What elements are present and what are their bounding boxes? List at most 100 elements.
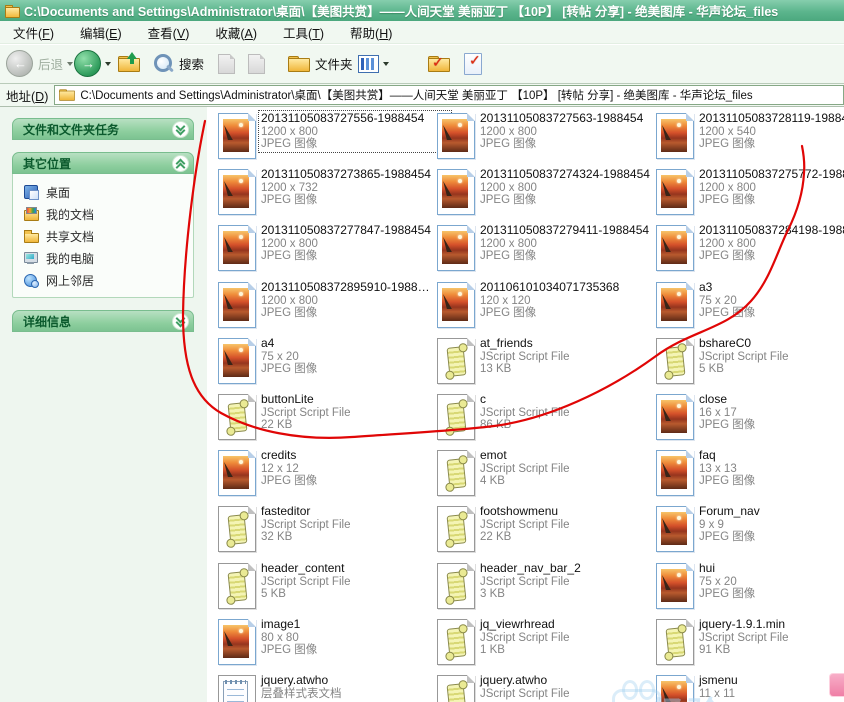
file-item[interactable]: a3 75 x 20 JPEG 图像 bbox=[656, 280, 844, 334]
file-meta: 1200 x 800 bbox=[261, 237, 318, 250]
file-meta: JPEG 图像 bbox=[699, 588, 756, 600]
sidebar-item-network-places[interactable]: 网上邻居 bbox=[23, 270, 94, 290]
file-item[interactable]: a4 75 x 20 JPEG 图像 bbox=[218, 336, 448, 390]
file-item[interactable]: image1 80 x 80 JPEG 图像 bbox=[218, 617, 448, 671]
file-item[interactable]: bshareC0 JScript Script File 5 KB bbox=[656, 336, 844, 390]
file-item[interactable]: 201311050837273865-1988454 1200 x 732 JPEG… bbox=[218, 167, 448, 221]
file-item[interactable]: credits 12 x 12 JPEG 图像 bbox=[218, 448, 448, 502]
file-item[interactable]: 20131105083728119-19884541200 x 540JPEG … bbox=[656, 111, 844, 165]
file-item[interactable]: 201106101034071735368 120 x 120 JPEG 图像 bbox=[437, 280, 670, 334]
floating-pink-button[interactable] bbox=[829, 673, 844, 697]
file-item[interactable]: 201311050837284198-19884541200 x 800JPEG… bbox=[656, 223, 844, 277]
back-button[interactable]: ← 后退 bbox=[6, 44, 74, 83]
file-label: 2013110508372895910-1988… 1200 x 800 JPEG … bbox=[259, 280, 451, 321]
file-item[interactable]: 20131105083727556-1988454 1200 x 800 JPEG … bbox=[218, 110, 452, 165]
file-name: 20131105083727563-1988454 bbox=[480, 111, 644, 125]
file-meta: JPEG 图像 bbox=[480, 194, 537, 206]
file-name: jq_viewrhread bbox=[480, 617, 555, 631]
forward-button[interactable]: → bbox=[74, 44, 111, 83]
file-item[interactable]: faq 13 x 13 JPEG 图像 bbox=[656, 448, 844, 502]
menu-item-view[interactable]: 查看(V) bbox=[135, 21, 203, 44]
panel-header-details[interactable]: 详细信息 bbox=[12, 310, 194, 332]
file-item[interactable]: at_friends JScript Script File 13 KB bbox=[437, 336, 667, 390]
forward-dropdown-icon[interactable] bbox=[105, 61, 111, 66]
file-label: a3 75 x 20 JPEG 图像 bbox=[697, 280, 844, 321]
menu-item-tools[interactable]: 工具(T) bbox=[270, 21, 337, 44]
file-item[interactable]: close 16 x 17 JPEG 图像 bbox=[656, 392, 844, 446]
file-item[interactable]: fasteditor JScript Script File 32 KB bbox=[218, 504, 448, 558]
file-label: header_content JScript Script File 5 KB bbox=[259, 561, 451, 602]
file-name: hui bbox=[699, 561, 716, 575]
sidebar-item-desktop[interactable]: 桌面 bbox=[23, 182, 70, 202]
panel-title: 其它位置 bbox=[23, 156, 72, 171]
file-meta: 16 x 17 bbox=[699, 406, 737, 419]
address-input[interactable]: C:\Documents and Settings\Administrator\… bbox=[54, 85, 844, 105]
views-dropdown-icon[interactable] bbox=[383, 61, 389, 66]
address-label: 地址(D) bbox=[6, 89, 49, 104]
address-value: C:\Documents and Settings\Administrator\… bbox=[80, 90, 753, 102]
file-label: jsmenu 11 x 11 bbox=[697, 673, 844, 701]
panel-header-file-tasks[interactable]: 文件和文件夹任务 bbox=[12, 118, 194, 140]
views-button[interactable] bbox=[358, 44, 389, 83]
file-item[interactable]: 201311050837279411-1988454 1200 x 800 JPEG… bbox=[437, 223, 667, 277]
file-item[interactable]: 20131105083727563-1988454 1200 x 800 JPEG … bbox=[437, 111, 667, 165]
page-check-button[interactable]: ✓ bbox=[464, 44, 482, 83]
file-name: 2013110508372895910-1988… bbox=[261, 280, 430, 294]
menu-item-favorites[interactable]: 收藏(A) bbox=[202, 21, 270, 44]
file-item[interactable]: header_nav_bar_2 JScript Script File 3 KB bbox=[437, 561, 667, 615]
file-label: close 16 x 17 JPEG 图像 bbox=[697, 392, 844, 433]
file-meta: 86 KB bbox=[480, 419, 512, 431]
file-name: buttonLite bbox=[261, 392, 314, 406]
file-name: 20131105083728119-1988454 bbox=[699, 111, 844, 125]
sidebar-item-my-computer[interactable]: 我的电脑 bbox=[23, 248, 94, 268]
sidebar-item-shared-documents[interactable]: 共享文档 bbox=[23, 226, 94, 246]
file-item[interactable]: jsmenu 11 x 11 bbox=[656, 673, 844, 702]
file-item[interactable]: hui 75 x 20 JPEG 图像 bbox=[656, 561, 844, 615]
jpeg-file-icon bbox=[218, 282, 256, 328]
file-name: 201311050837284198-1988454 bbox=[699, 223, 844, 237]
file-item[interactable]: footshowmenu JScript Script File 22 KB bbox=[437, 504, 667, 558]
jscript-file-icon bbox=[218, 394, 256, 440]
menu-item-edit[interactable]: 编辑(E) bbox=[67, 21, 135, 44]
search-button[interactable]: 搜索 bbox=[152, 44, 204, 83]
file-item[interactable]: jquery.atwho 层叠样式表文档 bbox=[218, 673, 448, 702]
file-item[interactable]: 201311050837275772-19884541200 x 800JPEG… bbox=[656, 167, 844, 221]
file-label: bshareC0 JScript Script File 5 KB bbox=[697, 336, 844, 377]
file-label: Forum_nav 9 x 9 JPEG 图像 bbox=[697, 504, 844, 545]
file-item[interactable]: 201311050837277847-1988454 1200 x 800 JPEG… bbox=[218, 223, 448, 277]
panel-header-other-places[interactable]: 其它位置 bbox=[12, 152, 194, 174]
back-dropdown-icon[interactable] bbox=[67, 61, 74, 66]
folders-button[interactable]: 文件夹 bbox=[288, 44, 353, 83]
file-item[interactable]: jq_viewrhread JScript Script File 1 KB bbox=[437, 617, 667, 671]
file-item[interactable]: Forum_nav 9 x 9 JPEG 图像 bbox=[656, 504, 844, 558]
chevron-up-icon[interactable] bbox=[172, 154, 189, 172]
file-meta: JPEG 图像 bbox=[699, 138, 756, 150]
file-meta: 1200 x 800 bbox=[699, 181, 756, 194]
menu-item-file[interactable]: 文件(F) bbox=[0, 21, 67, 44]
file-label: faq 13 x 13 JPEG 图像 bbox=[697, 448, 844, 489]
file-meta: 22 KB bbox=[261, 419, 293, 431]
chevron-down-icon[interactable] bbox=[172, 120, 189, 138]
file-name: image1 bbox=[261, 617, 301, 631]
folder-sync-button[interactable]: ✓ bbox=[428, 44, 450, 83]
jpeg-file-icon bbox=[437, 225, 475, 271]
file-item[interactable]: buttonLite JScript Script File 22 KB bbox=[218, 392, 448, 446]
menu-item-help[interactable]: 帮助(H) bbox=[337, 21, 405, 44]
file-item[interactable]: 2013110508372895910-1988… 1200 x 800 JPEG … bbox=[218, 280, 451, 334]
file-meta: JPEG 图像 bbox=[261, 363, 318, 375]
file-item[interactable]: jquery-1.9.1.min JScript Script File 91 KB bbox=[656, 617, 844, 671]
file-item[interactable]: c JScript Script File 86 KB bbox=[437, 392, 667, 446]
file-label: hui 75 x 20 JPEG 图像 bbox=[697, 561, 844, 602]
file-label: 201106101034071735368 120 x 120 JPEG 图像 bbox=[478, 280, 670, 321]
file-meta: 75 x 20 bbox=[699, 575, 737, 588]
file-item[interactable]: 201311050837274324-1988454 1200 x 800 JPEG… bbox=[437, 167, 667, 221]
file-item[interactable]: jquery.atwho JScript Script File bbox=[437, 673, 667, 702]
sidebar-item-my-documents[interactable]: 我的文档 bbox=[23, 204, 94, 224]
file-item[interactable]: emot JScript Script File 4 KB bbox=[437, 448, 667, 502]
file-item[interactable]: header_content JScript Script File 5 KB bbox=[218, 561, 451, 615]
file-meta: JPEG 图像 bbox=[480, 250, 537, 262]
up-button[interactable] bbox=[118, 44, 140, 83]
shared-documents-icon bbox=[23, 228, 39, 244]
file-name: credits bbox=[261, 448, 297, 462]
chevron-down-icon[interactable] bbox=[172, 312, 189, 330]
